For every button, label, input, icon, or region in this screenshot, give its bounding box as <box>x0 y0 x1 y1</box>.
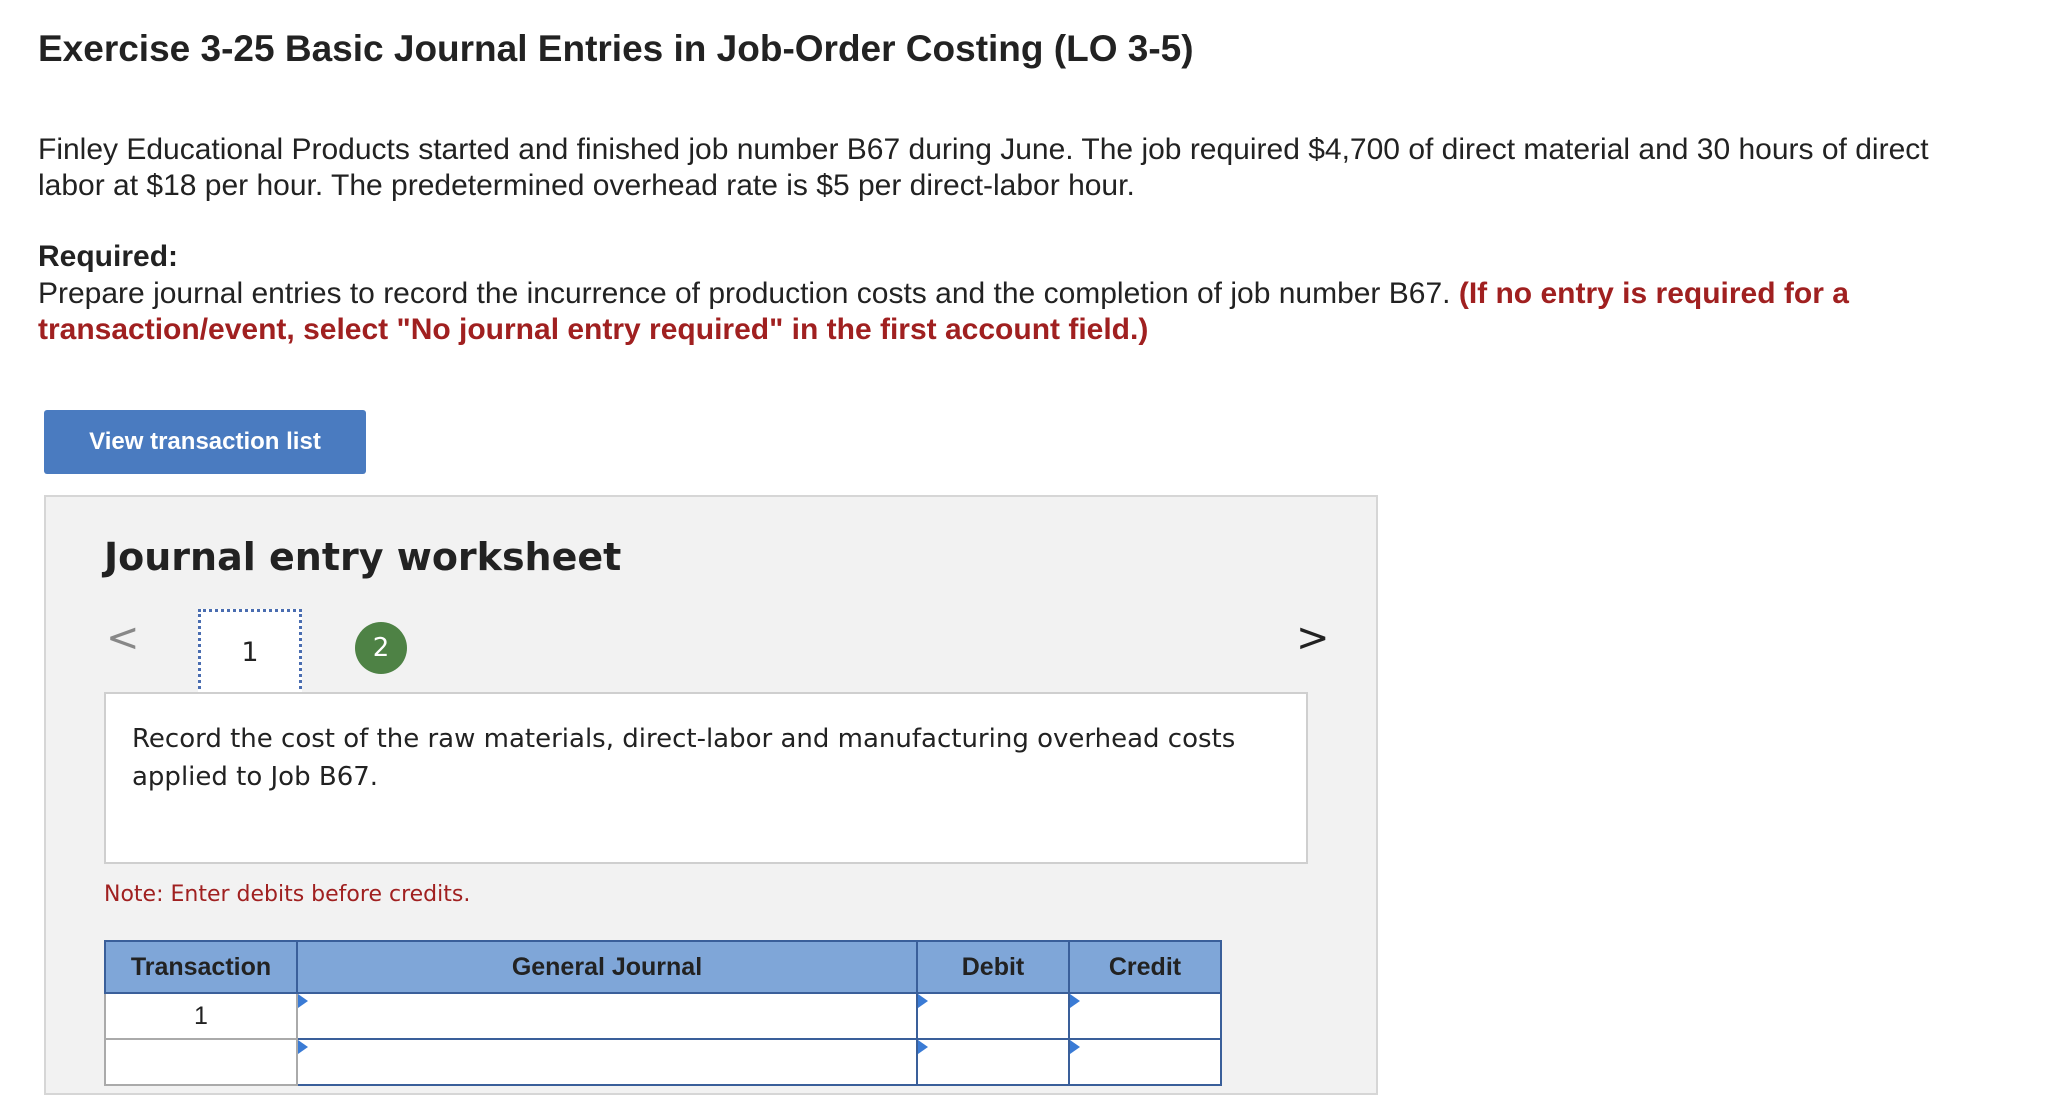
debit-cell[interactable] <box>916 1038 1070 1086</box>
debit-cell[interactable] <box>916 992 1070 1040</box>
account-input[interactable] <box>298 994 916 1038</box>
credit-input[interactable] <box>1070 994 1220 1038</box>
table-row: 1 <box>104 992 1222 1040</box>
account-select-cell[interactable] <box>296 1038 918 1086</box>
account-select-cell[interactable] <box>296 992 918 1040</box>
debit-input[interactable] <box>918 1040 1068 1084</box>
credit-input[interactable] <box>1070 1040 1220 1084</box>
account-input[interactable] <box>298 1040 916 1084</box>
header-transaction: Transaction <box>104 940 298 994</box>
credit-cell[interactable] <box>1068 992 1222 1040</box>
dropdown-marker-icon <box>1070 1040 1080 1054</box>
dropdown-marker-icon <box>298 1040 308 1054</box>
dropdown-marker-icon <box>1070 994 1080 1008</box>
transaction-number: 1 <box>104 992 298 1040</box>
entry-note: Note: Enter debits before credits. <box>104 882 471 907</box>
problem-description: Finley Educational Products started and … <box>38 133 1929 202</box>
required-label: Required: <box>38 240 179 273</box>
required-instructions: Prepare journal entries to record the in… <box>38 276 1958 348</box>
dropdown-marker-icon <box>918 994 928 1008</box>
header-debit: Debit <box>916 940 1070 994</box>
table-row <box>104 1038 1222 1086</box>
header-general-journal: General Journal <box>296 940 918 994</box>
journal-table: Transaction General Journal Debit Credit… <box>104 940 1222 1086</box>
table-header-row: Transaction General Journal Debit Credit <box>104 940 1222 994</box>
debit-input[interactable] <box>918 994 1068 1038</box>
chevron-right-icon[interactable]: > <box>1296 615 1330 661</box>
journal-entry-worksheet: Journal entry worksheet < 1 2 > Record t… <box>44 495 1378 1095</box>
credit-cell[interactable] <box>1068 1038 1222 1086</box>
header-credit: Credit <box>1068 940 1222 994</box>
transaction-description: Record the cost of the raw materials, di… <box>104 692 1308 864</box>
worksheet-title: Journal entry worksheet <box>104 535 622 579</box>
dropdown-marker-icon <box>298 994 308 1008</box>
step-1-tab[interactable]: 1 <box>198 609 302 695</box>
view-transaction-list-button[interactable]: View transaction list <box>44 410 366 474</box>
page-title: Exercise 3-25 Basic Journal Entries in J… <box>38 28 1194 69</box>
transaction-number <box>104 1038 298 1086</box>
chevron-left-icon[interactable]: < <box>106 615 140 661</box>
required-text: Prepare journal entries to record the in… <box>38 277 1451 310</box>
dropdown-marker-icon <box>918 1040 928 1054</box>
step-2-tab[interactable]: 2 <box>355 622 407 674</box>
